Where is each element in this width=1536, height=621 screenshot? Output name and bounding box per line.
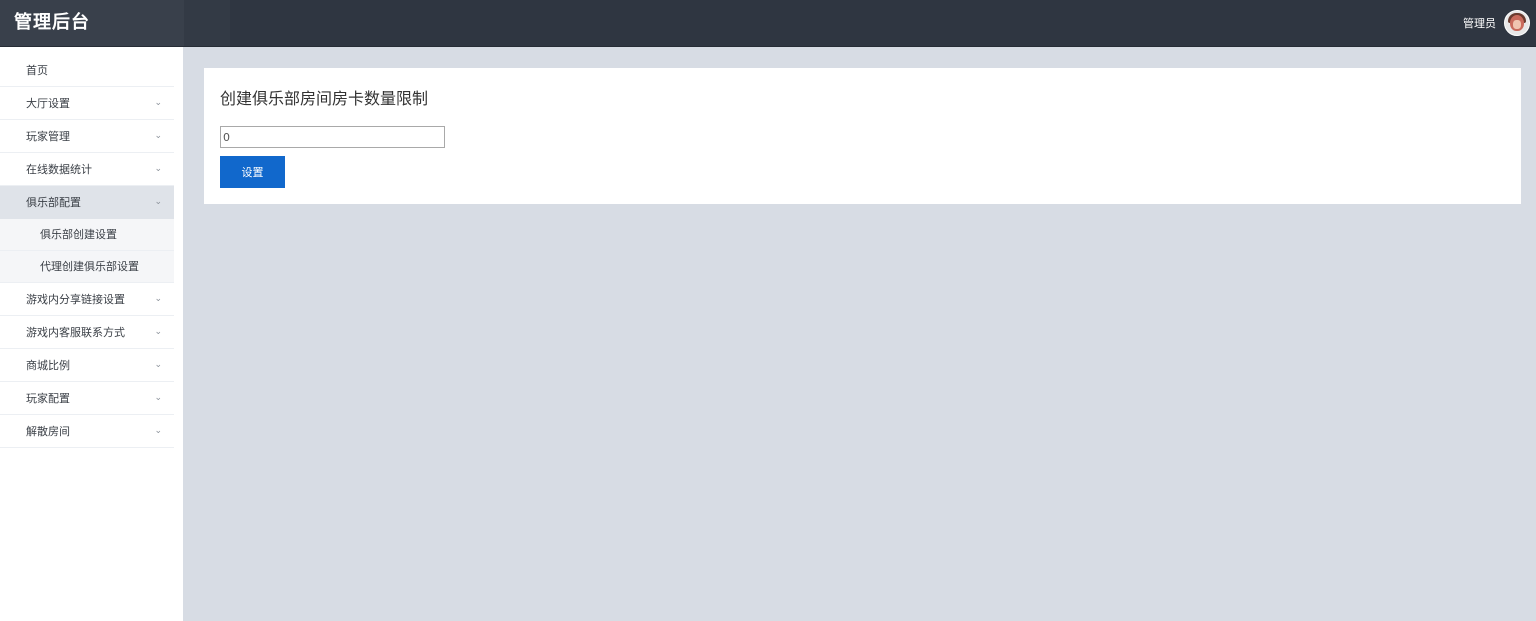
- sidebar-subitem-agent-club-settings[interactable]: 代理创建俱乐部设置: [0, 251, 174, 283]
- sidebar-item-home[interactable]: 首页: [0, 54, 174, 87]
- chevron-down-icon: ⌄: [154, 131, 162, 141]
- avatar-skin: [1513, 20, 1521, 29]
- sidebar-item-label: 玩家管理: [26, 130, 70, 143]
- sidebar-item-label: 商城比例: [26, 359, 70, 372]
- sidebar-item-label: 游戏内分享链接设置: [26, 293, 125, 306]
- user-name[interactable]: 管理员: [1463, 15, 1496, 31]
- sidebar-item-shop-ratio[interactable]: 商城比例 ⌄: [0, 349, 174, 382]
- sidebar-item-player-management[interactable]: 玩家管理 ⌄: [0, 120, 174, 153]
- sidebar-item-label: 大厅设置: [26, 97, 70, 110]
- chevron-down-icon: ⌄: [154, 197, 162, 207]
- top-navbar: 管理后台 管理员: [0, 0, 1536, 47]
- chevron-down-icon: ⌄: [154, 360, 162, 370]
- sidebar-menu: 首页 大厅设置 ⌄ 玩家管理 ⌄ 在线数据统计 ⌄ 俱乐部配置 ⌄ 俱乐部创建设…: [0, 47, 183, 448]
- user-menu[interactable]: 管理员: [1463, 0, 1530, 46]
- chevron-down-icon: ⌄: [154, 393, 162, 403]
- sidebar: 首页 大厅设置 ⌄ 玩家管理 ⌄ 在线数据统计 ⌄ 俱乐部配置 ⌄ 俱乐部创建设…: [0, 47, 183, 621]
- app-title[interactable]: 管理后台: [0, 0, 184, 46]
- chevron-down-icon: ⌄: [154, 426, 162, 436]
- sidebar-item-player-config[interactable]: 玩家配置 ⌄: [0, 382, 174, 415]
- sidebar-item-club-config[interactable]: 俱乐部配置 ⌄: [0, 186, 174, 219]
- sidebar-item-dissolve-room[interactable]: 解散房间 ⌄: [0, 415, 174, 448]
- sidebar-item-label: 解散房间: [26, 425, 70, 438]
- chevron-down-icon: ⌄: [154, 98, 162, 108]
- sidebar-item-label: 在线数据统计: [26, 163, 92, 176]
- save-button[interactable]: 设置: [220, 156, 285, 188]
- sidebar-subitem-label: 代理创建俱乐部设置: [40, 260, 139, 273]
- sidebar-item-label: 首页: [26, 64, 48, 77]
- room-card-limit-input[interactable]: [220, 126, 445, 148]
- chevron-down-icon: ⌄: [154, 327, 162, 337]
- page-title: 创建俱乐部房间房卡数量限制: [220, 89, 429, 108]
- topbar-divider: [184, 0, 230, 46]
- chevron-down-icon: ⌄: [154, 294, 162, 304]
- sidebar-subitem-label: 俱乐部创建设置: [40, 228, 117, 241]
- sidebar-item-lobby-settings[interactable]: 大厅设置 ⌄: [0, 87, 174, 120]
- sidebar-item-share-link-settings[interactable]: 游戏内分享链接设置 ⌄: [0, 283, 174, 316]
- sidebar-item-label: 玩家配置: [26, 392, 70, 405]
- settings-panel: 创建俱乐部房间房卡数量限制 设置: [204, 68, 1521, 204]
- avatar-icon[interactable]: [1504, 10, 1530, 36]
- sidebar-item-label: 游戏内客服联系方式: [26, 326, 125, 339]
- sidebar-item-support-contact[interactable]: 游戏内客服联系方式 ⌄: [0, 316, 174, 349]
- sidebar-item-online-stats[interactable]: 在线数据统计 ⌄: [0, 153, 174, 186]
- sidebar-subitem-club-create-settings[interactable]: 俱乐部创建设置: [0, 219, 174, 251]
- chevron-down-icon: ⌄: [154, 164, 162, 174]
- sidebar-item-label: 俱乐部配置: [26, 196, 81, 209]
